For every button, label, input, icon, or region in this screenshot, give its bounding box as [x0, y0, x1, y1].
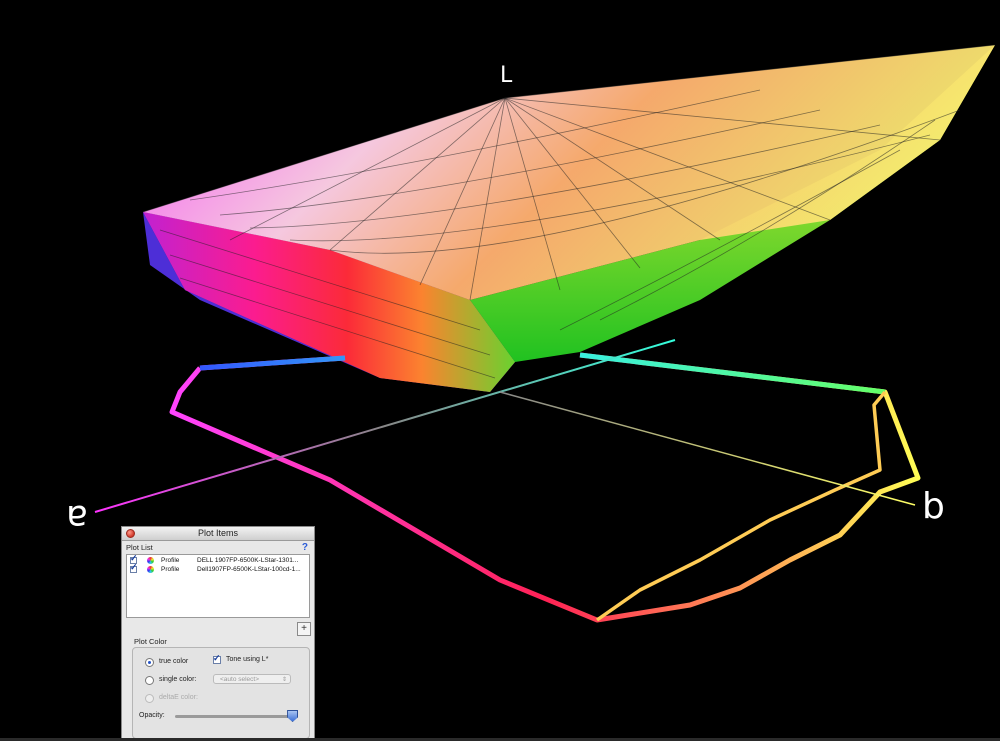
- item-name: DELL 1907FP-6500K-LStar-1301...: [197, 557, 299, 564]
- plot-list-label: Plot List: [126, 543, 153, 552]
- plot-items-panel: Plot Items Plot List ? Profile DELL 1907…: [121, 526, 315, 741]
- gamut-boundary-back: [199, 352, 886, 395]
- gamut-solid: [142, 44, 996, 392]
- a-axis-label: a: [66, 497, 88, 538]
- plot-list[interactable]: Profile DELL 1907FP-6500K-LStar-1301... …: [126, 554, 310, 618]
- item-name: Dell1907FP-6500K-LStar-100cd-1...: [197, 566, 301, 573]
- color-select[interactable]: <auto select> ⇕: [213, 674, 291, 684]
- opacity-slider[interactable]: [175, 715, 295, 718]
- l-axis-label: L: [500, 63, 513, 88]
- color-wheel-icon: [147, 557, 154, 564]
- panel-title: Plot Items: [197, 528, 238, 538]
- single-color-radio[interactable]: [145, 676, 154, 685]
- list-item[interactable]: Profile Dell1907FP-6500K-LStar-100cd-1..…: [127, 563, 309, 574]
- item-type: Profile: [161, 557, 180, 564]
- true-color-radio[interactable]: [145, 658, 154, 667]
- delta-e-radio: [145, 694, 154, 703]
- plot-color-group: true color Tone using L* single color: <…: [132, 647, 310, 739]
- help-icon[interactable]: ?: [302, 542, 308, 553]
- add-item-button[interactable]: +: [297, 622, 311, 636]
- true-color-label: true color: [159, 658, 189, 665]
- plot-color-label: Plot Color: [134, 637, 167, 646]
- delta-e-label: deltaE color:: [159, 694, 198, 701]
- list-item[interactable]: Profile DELL 1907FP-6500K-LStar-1301...: [127, 554, 309, 565]
- tone-label: Tone using L*: [226, 656, 269, 663]
- updown-arrow-icon: ⇕: [281, 677, 287, 683]
- opacity-label: Opacity:: [139, 712, 165, 719]
- visibility-checkbox[interactable]: [130, 563, 138, 573]
- color-wheel-icon: [147, 566, 154, 573]
- opacity-slider-thumb[interactable]: [287, 710, 299, 722]
- color-select-value: <auto select>: [220, 676, 260, 683]
- tone-checkbox[interactable]: [213, 653, 221, 664]
- b-axis: [499, 391, 916, 506]
- b-axis-label: b: [922, 486, 945, 527]
- item-type: Profile: [161, 566, 180, 573]
- panel-titlebar[interactable]: Plot Items: [122, 527, 314, 541]
- single-color-label: single color:: [159, 676, 197, 683]
